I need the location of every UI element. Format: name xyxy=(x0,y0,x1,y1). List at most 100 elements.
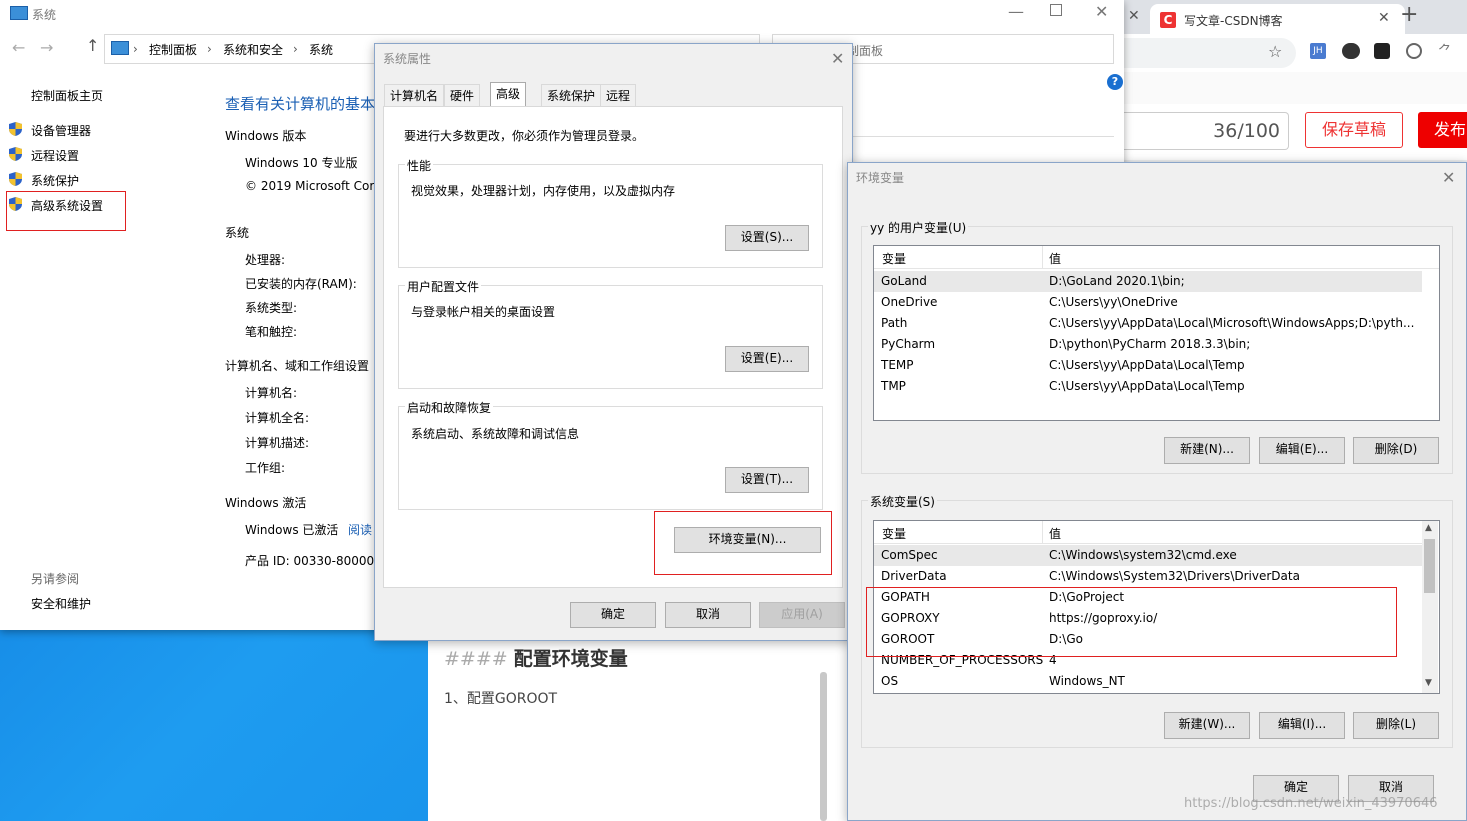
breadcrumb-system[interactable]: 系统 xyxy=(309,41,333,58)
table-row[interactable]: ComSpec C:\Windows\system32\cmd.exe xyxy=(874,545,1422,566)
startup-recovery-desc: 系统启动、系统故障和调试信息 xyxy=(411,427,580,441)
sidebar-item-remote-settings[interactable]: 远程设置 xyxy=(31,147,79,164)
performance-group: 性能 xyxy=(398,157,823,268)
system-delete-button[interactable]: 删除(L) xyxy=(1353,712,1439,739)
editor-scrollbar[interactable] xyxy=(820,672,827,821)
sidebar-home-link[interactable]: 控制面板主页 xyxy=(31,87,103,104)
apply-button[interactable]: 应用(A) xyxy=(759,602,845,628)
list-header: 变量 值 xyxy=(874,521,1422,544)
close-icon[interactable]: ✕ xyxy=(1442,168,1455,187)
close-icon[interactable]: ✕ xyxy=(1095,2,1108,21)
sidebar-item-system-protection[interactable]: 系统保护 xyxy=(31,172,79,189)
extension-jh-icon[interactable]: JH xyxy=(1310,43,1326,59)
extension-search-icon[interactable] xyxy=(1406,43,1422,59)
table-row[interactable]: DriverData C:\Windows\System32\Drivers\Dr… xyxy=(874,566,1422,587)
new-tab-icon[interactable]: + xyxy=(1400,2,1418,27)
help-icon[interactable]: ? xyxy=(1107,74,1123,90)
table-row[interactable]: OS Windows_NT xyxy=(874,671,1422,692)
activation-read-link[interactable]: 阅读 xyxy=(348,521,372,538)
extension-translate-icon[interactable]: ⺈ xyxy=(1438,41,1452,61)
editor-heading: 配置环境变量 xyxy=(513,648,628,670)
performance-settings-button[interactable]: 设置(S)... xyxy=(725,225,809,251)
up-arrow-icon[interactable]: ↑ xyxy=(86,36,99,55)
cancel-button[interactable]: 取消 xyxy=(665,602,751,628)
full-name-label: 计算机全名: xyxy=(245,411,310,425)
page-heading: 查看有关计算机的基本 xyxy=(225,95,376,113)
highlight-box xyxy=(6,191,126,231)
column-variable[interactable]: 变量 xyxy=(882,525,906,542)
system-variables-title: 系统变量(S) xyxy=(868,493,937,510)
tab-hardware[interactable]: 硬件 xyxy=(444,84,481,107)
computer-section-title: 计算机名、域和工作组设置 xyxy=(225,359,370,373)
product-id: 产品 ID: 00330-80000- xyxy=(245,554,379,568)
system-edit-button[interactable]: 编辑(I)... xyxy=(1259,712,1345,739)
highlight-box xyxy=(654,511,832,575)
back-arrow-icon[interactable]: ← xyxy=(12,38,25,57)
extension-spy-icon[interactable] xyxy=(1342,43,1360,59)
extension-tampermonkey-icon[interactable] xyxy=(1374,43,1390,59)
forward-arrow-icon[interactable]: → xyxy=(40,38,53,57)
breadcrumb-system-security[interactable]: 系统和安全 xyxy=(223,41,283,58)
title-input[interactable]: 36/100 xyxy=(1120,112,1289,150)
column-value[interactable]: 值 xyxy=(1049,525,1061,542)
column-value[interactable]: 值 xyxy=(1049,250,1061,267)
tab-advanced[interactable]: 高级 xyxy=(490,82,527,108)
admin-note: 要进行大多数更改，你必须作为管理员登录。 xyxy=(404,129,645,143)
startup-recovery-group: 启动和故障恢复 xyxy=(398,399,823,510)
close-tab-icon[interactable]: ✕ xyxy=(1128,8,1140,24)
bookmark-star-icon[interactable]: ☆ xyxy=(1268,42,1282,61)
security-maintenance-link[interactable]: 安全和维护 xyxy=(31,595,91,612)
maximize-icon[interactable] xyxy=(1050,4,1062,16)
title-counter: 36/100 xyxy=(1213,120,1280,142)
user-delete-button[interactable]: 删除(D) xyxy=(1353,437,1439,464)
table-row[interactable]: TEMP C:\Users\yy\AppData\Local\Temp xyxy=(874,355,1422,376)
user-new-button[interactable]: 新建(N)... xyxy=(1164,437,1250,464)
system-window-title: 系统 xyxy=(32,8,57,22)
table-row[interactable]: OneDrive C:\Users\yy\OneDrive xyxy=(874,292,1422,313)
scrollbar-thumb[interactable] xyxy=(1424,539,1435,593)
scroll-down-icon[interactable]: ▼ xyxy=(1425,678,1432,688)
minimize-icon[interactable]: — xyxy=(1008,2,1024,21)
table-row[interactable]: Path C:\Users\yy\AppData\Local\Microsoft\… xyxy=(874,313,1422,334)
sidebar-item-device-manager[interactable]: 设备管理器 xyxy=(31,122,91,139)
see-also-title: 另请参阅 xyxy=(31,572,80,586)
system-section-title: 系统 xyxy=(225,226,250,240)
breadcrumb-control-panel[interactable]: 控制面板 xyxy=(149,41,197,58)
performance-title: 性能 xyxy=(405,157,434,174)
ok-button[interactable]: 确定 xyxy=(570,602,656,628)
editor-heading-line: #### 配置环境变量 xyxy=(444,644,628,671)
scroll-up-icon[interactable]: ▲ xyxy=(1425,523,1432,533)
close-icon[interactable]: ✕ xyxy=(831,49,844,68)
user-variables-list[interactable]: 变量 值 GoLand D:\GoLand 2020.1\bin; OneDriv… xyxy=(873,245,1440,421)
workgroup-label: 工作组: xyxy=(245,461,286,475)
tab-remote[interactable]: 远程 xyxy=(600,84,637,107)
tab-computer-name[interactable]: 计算机名 xyxy=(384,84,445,107)
dialog-title: 环境变量 xyxy=(856,171,905,185)
list-header: 变量 值 xyxy=(874,246,1439,269)
column-variable[interactable]: 变量 xyxy=(882,250,906,267)
windows-edition: Windows 10 专业版 xyxy=(245,156,358,170)
close-tab-icon[interactable]: ✕ xyxy=(1378,10,1390,26)
highlight-box xyxy=(866,587,1397,657)
startup-settings-button[interactable]: 设置(T)... xyxy=(725,467,809,493)
pen-touch-label: 笔和触控: xyxy=(245,325,298,339)
browser-tab-csdn[interactable]: C 写文章-CSDN博客 ✕ xyxy=(1150,4,1405,34)
computer-name-label: 计算机名: xyxy=(245,386,298,400)
system-window-icon xyxy=(10,6,28,20)
performance-desc: 视觉效果，处理器计划，内存使用，以及虚拟内存 xyxy=(411,184,676,198)
table-row[interactable]: TMP C:\Users\yy\AppData\Local\Temp xyxy=(874,376,1422,397)
system-new-button[interactable]: 新建(W)... xyxy=(1164,712,1250,739)
scrollbar[interactable]: ▲ ▼ xyxy=(1422,521,1438,693)
user-edit-button[interactable]: 编辑(E)... xyxy=(1259,437,1345,464)
browser-toolbar: ☆ JH ⺈ xyxy=(1120,34,1467,73)
tab-system-protection[interactable]: 系统保护 xyxy=(541,84,602,107)
control-panel-icon xyxy=(111,41,129,55)
table-row[interactable]: PyCharm D:\python\PyCharm 2018.3.3\bin; xyxy=(874,334,1422,355)
user-profile-settings-button[interactable]: 设置(E)... xyxy=(725,346,809,372)
user-profile-desc: 与登录帐户相关的桌面设置 xyxy=(411,305,556,319)
publish-button[interactable]: 发布 xyxy=(1418,112,1467,148)
browser-tab-title: 写文章-CSDN博客 xyxy=(1184,14,1283,28)
save-draft-button[interactable]: 保存草稿 xyxy=(1305,112,1403,148)
description-label: 计算机描述: xyxy=(245,436,310,450)
table-row[interactable]: GoLand D:\GoLand 2020.1\bin; xyxy=(874,271,1422,292)
